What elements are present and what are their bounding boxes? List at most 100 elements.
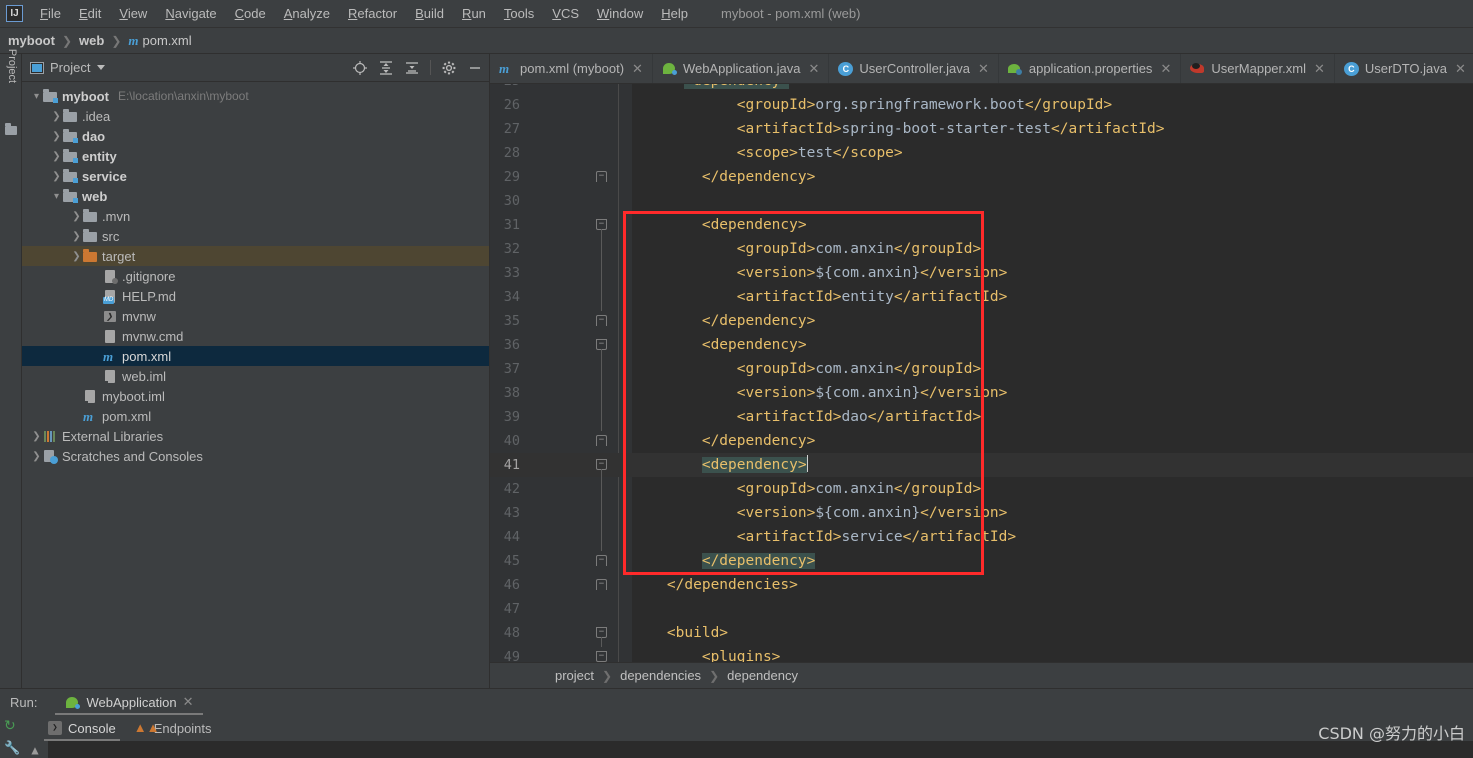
tree-node-external-libraries[interactable]: ❯ External Libraries [22,426,489,446]
menu-item-view[interactable]: View [110,3,156,24]
editor-tab-pom-xml--myboot-[interactable]: m pom.xml (myboot) ✕ [490,54,653,83]
tree-node-myboot-iml[interactable]: myboot.iml [22,386,489,406]
menu-item-build[interactable]: Build [406,3,453,24]
tree-node-mvnw[interactable]: ❯ mvnw [22,306,489,326]
chevron-right-icon[interactable]: ❯ [50,171,63,182]
menu-item-window[interactable]: Window [588,3,652,24]
close-icon[interactable]: ✕ [1160,61,1171,77]
chevron-right-icon[interactable]: ❯ [30,451,43,462]
code-line-35[interactable]: 35 − </dependency> [490,309,1473,333]
menu-item-run[interactable]: Run [453,3,495,24]
code-line-26[interactable]: 26 <groupId>org.springframework.boot</gr… [490,93,1473,117]
tree-node-scratches-and-consoles[interactable]: ❯ Scratches and Consoles [22,446,489,466]
close-icon[interactable]: ✕ [1455,61,1466,77]
fold-end-icon[interactable]: − [596,579,607,590]
code-line-32[interactable]: 32 <groupId>com.anxin</groupId> [490,237,1473,261]
code-line-27[interactable]: 27 <artifactId>spring-boot-starter-test<… [490,117,1473,141]
menu-item-analyze[interactable]: Analyze [275,3,339,24]
scroll-up-icon[interactable]: ▲ [22,741,48,758]
project-folder-icon[interactable] [5,123,17,135]
code-line-47[interactable]: 47 [490,597,1473,621]
tree-node-pom-xml[interactable]: m pom.xml [22,406,489,426]
menu-item-help[interactable]: Help [652,3,697,24]
fold-end-icon[interactable]: − [596,555,607,566]
close-icon[interactable]: ✕ [183,694,194,710]
close-icon[interactable]: ✕ [978,61,989,77]
code-line-40[interactable]: 40 − </dependency> [490,429,1473,453]
breadcrumb-project[interactable]: project [555,668,594,683]
tree-node-web[interactable]: ▾ web [22,186,489,206]
code-line-46[interactable]: 46 − </dependencies> [490,573,1473,597]
code-line-45[interactable]: 45 − </dependency> [490,549,1473,573]
chevron-right-icon[interactable]: ❯ [70,211,83,222]
tree-node-dao[interactable]: ❯ dao [22,126,489,146]
menu-item-file[interactable]: File [31,3,70,24]
code-line-33[interactable]: 33 <version>${com.anxin}</version> [490,261,1473,285]
code-line-38[interactable]: 38 <version>${com.anxin}</version> [490,381,1473,405]
close-icon[interactable]: ✕ [632,61,643,77]
code-line-49[interactable]: 49 − <plugins> [490,645,1473,662]
fold-collapse-icon[interactable]: − [596,651,607,662]
sidebar-tab-project[interactable]: Project [0,49,22,116]
editor-tab-bar[interactable]: m pom.xml (myboot) ✕ WebApplication.java ✕ C U… [490,54,1473,84]
code-line-34[interactable]: 34 <artifactId>entity</artifactId> [490,285,1473,309]
menu-item-refactor[interactable]: Refactor [339,3,406,24]
chevron-right-icon[interactable]: ❯ [50,131,63,142]
settings-wrench-icon[interactable]: 🔧 [4,741,20,755]
run-subtab-console[interactable]: ❯ Console [44,715,120,741]
menu-item-navigate[interactable]: Navigate [156,3,225,24]
expand-all-icon[interactable] [378,60,394,76]
menu-item-edit[interactable]: Edit [70,3,110,24]
close-icon[interactable]: ✕ [809,61,820,77]
chevron-right-icon[interactable]: ❯ [50,151,63,162]
chevron-right-icon[interactable]: ❯ [70,231,83,242]
tree-node-entity[interactable]: ❯ entity [22,146,489,166]
menu-item-code[interactable]: Code [226,3,275,24]
chevron-down-icon[interactable]: ▾ [30,91,43,102]
code-line-41[interactable]: 41− <dependency> [490,453,1473,477]
editor-tab-usercontroller-java[interactable]: C UserController.java ✕ [829,54,999,83]
settings-gear-icon[interactable] [441,60,457,76]
tree-node-service[interactable]: ❯ service [22,166,489,186]
code-line-43[interactable]: 43 <version>${com.anxin}</version> [490,501,1473,525]
fold-end-icon[interactable]: − [596,171,607,182]
editor-tab-usermapper-xml[interactable]: UserMapper.xml ✕ [1181,54,1335,83]
console-output[interactable]: ▲ 2023-08-31 12:17:32.187 INFO 2140 --- … [22,741,1473,758]
navbar-crumb-module[interactable]: web [79,33,104,48]
tree-node--mvn[interactable]: ❯ .mvn [22,206,489,226]
close-icon[interactable]: ✕ [1314,61,1325,77]
chevron-down-icon[interactable]: ▾ [50,191,63,202]
code-line-44[interactable]: 44 <artifactId>service</artifactId> [490,525,1473,549]
tree-node-mvnw-cmd[interactable]: mvnw.cmd [22,326,489,346]
code-line-31[interactable]: 31− <dependency> [490,213,1473,237]
code-line-30[interactable]: 30 [490,189,1473,213]
run-subtabs[interactable]: ❯ Console ▲▲ Endpoints [22,715,1473,741]
editor-tab-userdto-java[interactable]: C UserDTO.java ✕ [1335,54,1473,83]
code-line-28[interactable]: 28 <scope>test</scope> [490,141,1473,165]
code-editor[interactable]: 25 <dependency>26 <groupId>org.springfra… [490,84,1473,662]
code-line-37[interactable]: 37 <groupId>com.anxin</groupId> [490,357,1473,381]
tree-node-web-iml[interactable]: web.iml [22,366,489,386]
locate-icon[interactable] [352,60,368,76]
tree-node--gitignore[interactable]: .gitignore [22,266,489,286]
tree-node-myboot[interactable]: ▾ myboot E:\location\anxin\myboot [22,86,489,106]
code-line-25[interactable]: 25 <dependency> [490,84,1473,93]
menu-item-tools[interactable]: Tools [495,3,543,24]
run-config-tab[interactable]: WebApplication ✕ [55,689,204,715]
tree-node-target[interactable]: ❯ target [22,246,489,266]
project-tree[interactable]: ▾ myboot E:\location\anxin\myboot ❯ .idea ❯ da… [22,82,489,688]
breadcrumb-dependency[interactable]: dependency [727,668,798,683]
code-line-29[interactable]: 29 − </dependency> [490,165,1473,189]
code-line-36[interactable]: 36− <dependency> [490,333,1473,357]
fold-end-icon[interactable]: − [596,435,607,446]
console-scroll-column[interactable]: ▲ [22,741,48,758]
code-line-48[interactable]: 48− <build> [490,621,1473,645]
code-line-39[interactable]: 39 <artifactId>dao</artifactId> [490,405,1473,429]
editor-tab-application-properties[interactable]: application.properties ✕ [999,54,1182,83]
chevron-right-icon[interactable]: ❯ [50,111,63,122]
tree-node-pom-xml[interactable]: m pom.xml [22,346,489,366]
breadcrumb-dependencies[interactable]: dependencies [620,668,701,683]
tree-node-src[interactable]: ❯ src [22,226,489,246]
chevron-right-icon[interactable]: ❯ [70,251,83,262]
collapse-all-icon[interactable] [404,60,420,76]
